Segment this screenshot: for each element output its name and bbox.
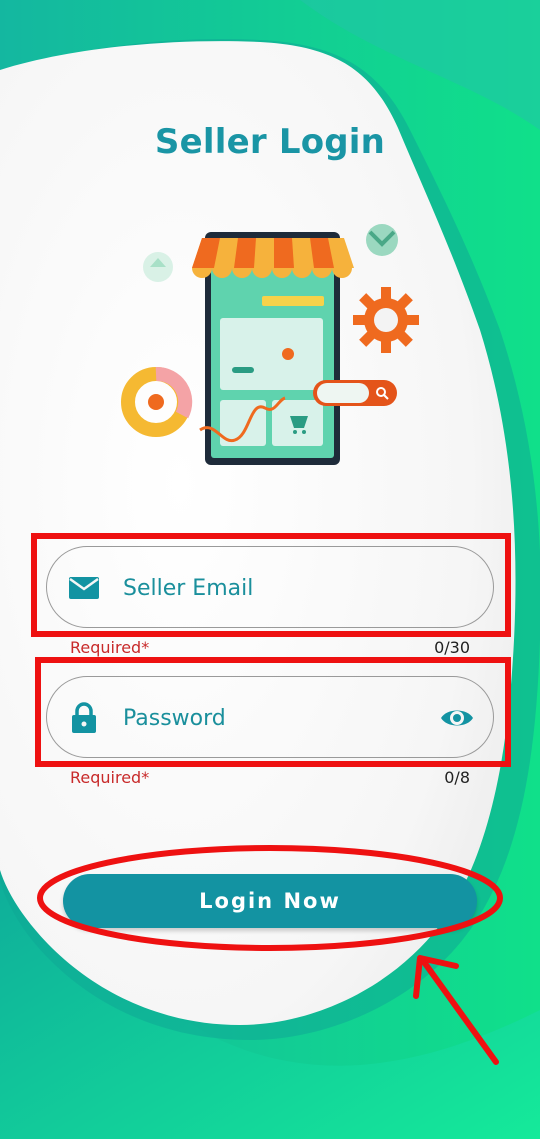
store-illustration <box>121 224 419 465</box>
seller-email-input[interactable] <box>123 565 423 611</box>
eye-icon[interactable] <box>439 705 475 731</box>
password-char-counter: 0/8 <box>444 768 470 787</box>
login-now-button[interactable]: Login Now <box>63 874 477 928</box>
email-char-counter: 0/30 <box>434 638 470 657</box>
page-title: Seller Login <box>154 122 386 162</box>
mail-icon <box>69 577 99 599</box>
seller-email-field[interactable] <box>46 546 494 628</box>
lock-icon <box>72 702 96 733</box>
password-input[interactable] <box>123 695 423 741</box>
email-required-label: Required* <box>70 638 150 657</box>
password-required-label: Required* <box>70 768 150 787</box>
password-field[interactable] <box>46 676 494 758</box>
